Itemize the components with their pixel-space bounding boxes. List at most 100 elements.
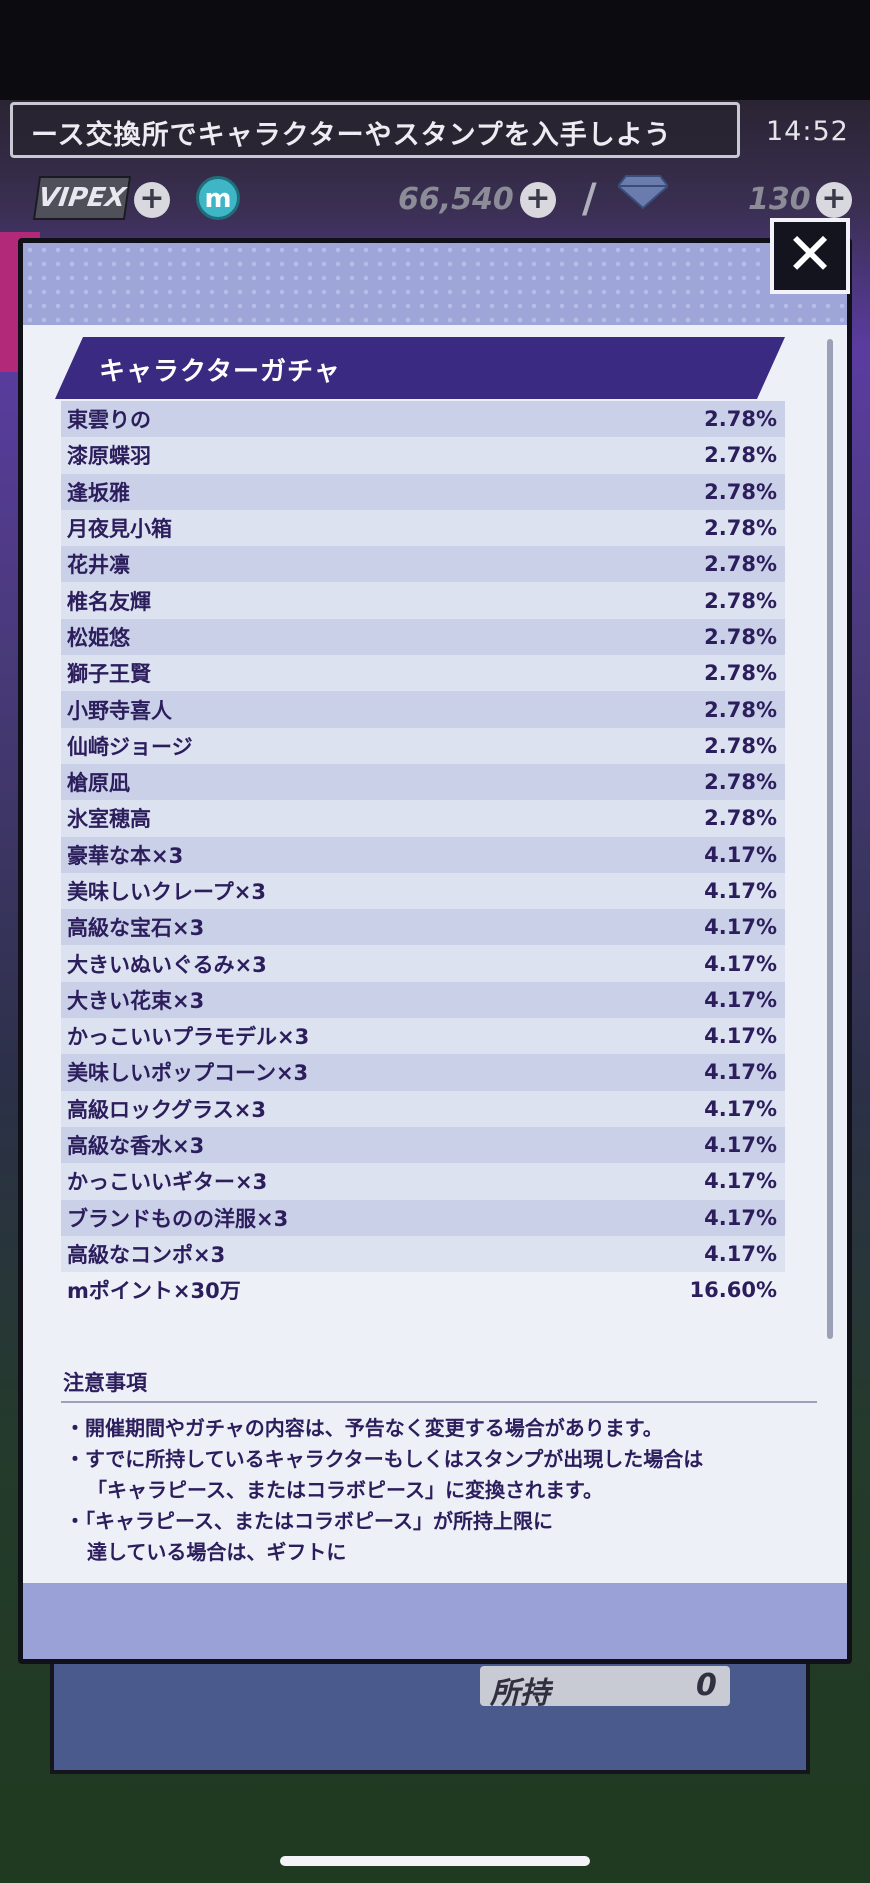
news-ticker[interactable]: ース交換所でキャラクターやスタンプを入手しよう bbox=[10, 102, 740, 158]
item-name: 漆原蝶羽 bbox=[67, 444, 151, 469]
rate-row: 高級な香水×3 4.17% bbox=[61, 1126, 785, 1164]
rate-row: 逢坂雅 2.78% bbox=[61, 473, 785, 510]
owned-label: 所持 bbox=[490, 1676, 550, 1711]
rate-row: かっこいいギター×3 4.17% bbox=[61, 1163, 785, 1200]
vip-badge[interactable]: VIPEX bbox=[32, 176, 132, 220]
item-name: 東雲りの bbox=[67, 408, 151, 433]
rate-row: 松姫悠 2.78% bbox=[61, 618, 785, 656]
item-name: 大きい花束×3 bbox=[67, 988, 205, 1013]
item-name: 仙崎ジョージ bbox=[67, 734, 193, 759]
item-rate: 4.17% bbox=[704, 1205, 777, 1230]
scrollbar[interactable] bbox=[827, 339, 833, 1339]
item-rate: 2.78% bbox=[704, 443, 777, 468]
item-rate: 4.17% bbox=[704, 1169, 777, 1194]
rate-row: 月夜見小箱 2.78% bbox=[61, 509, 785, 547]
clock: 14:52 bbox=[766, 116, 849, 147]
item-name: mポイント×30万 bbox=[67, 1279, 241, 1304]
item-rate: 16.60% bbox=[689, 1278, 777, 1303]
item-name: 松姫悠 bbox=[67, 625, 130, 650]
rate-row: ブランドものの洋服×3 4.17% bbox=[61, 1199, 785, 1236]
item-rate: 2.78% bbox=[704, 697, 777, 722]
item-rate: 4.17% bbox=[704, 1133, 777, 1158]
m-point-icon: m bbox=[196, 176, 240, 220]
item-name: 美味しいクレープ×3 bbox=[67, 880, 266, 904]
item-rate: 2.78% bbox=[704, 624, 777, 649]
rate-row: 槍原凪 2.78% bbox=[61, 763, 785, 801]
vip-plus-button[interactable]: + bbox=[134, 182, 170, 218]
item-name: 大きいぬいぐるみ×3 bbox=[67, 952, 267, 977]
note-line: ・「キャラピース、またはコラボピース」が所持上限に bbox=[65, 1509, 553, 1533]
item-name: 逢坂雅 bbox=[67, 480, 130, 505]
note-line: 「キャラピース、またはコラボピース」に変換されます。 bbox=[87, 1478, 603, 1502]
gem-count: 130 bbox=[748, 182, 811, 217]
item-name: 豪華な本×3 bbox=[67, 843, 184, 868]
item-rate: 4.17% bbox=[704, 987, 777, 1012]
home-indicator[interactable] bbox=[280, 1856, 590, 1866]
note-line: ・すでに所持しているキャラクターもしくはスタンプが出現した場合は bbox=[65, 1447, 704, 1471]
notes-divider bbox=[61, 1401, 817, 1403]
item-rate: 2.78% bbox=[704, 407, 777, 432]
owned-count: 0 bbox=[696, 1668, 717, 1703]
item-rate: 2.78% bbox=[704, 479, 777, 504]
item-rate: 2.78% bbox=[704, 806, 777, 831]
modal-footer-band bbox=[23, 1583, 847, 1659]
rate-row: 美味しいポップコーン×3 4.17% bbox=[61, 1054, 785, 1091]
item-rate: 4.17% bbox=[704, 879, 777, 903]
diamond-icon bbox=[618, 175, 668, 210]
coin-plus-button[interactable]: + bbox=[520, 182, 556, 218]
ticker-text: ース交換所でキャラクターやスタンプを入手しよう bbox=[31, 120, 672, 151]
item-name: 高級ロックグラス×3 bbox=[67, 1097, 266, 1122]
rate-row: かっこいいプラモデル×3 4.17% bbox=[61, 1018, 785, 1055]
rate-row: 花井凛 2.78% bbox=[61, 546, 785, 583]
item-rate: 2.78% bbox=[704, 516, 777, 541]
item-rate: 4.17% bbox=[704, 1024, 777, 1049]
item-rate: 2.78% bbox=[704, 733, 777, 758]
section-title: キャラクターガチャ bbox=[99, 357, 341, 387]
rate-row: 漆原蝶羽 2.78% bbox=[61, 437, 785, 474]
rate-row: 東雲りの 2.78% bbox=[61, 401, 785, 438]
item-name: 槍原凪 bbox=[67, 771, 130, 796]
item-rate: 2.78% bbox=[704, 770, 777, 795]
item-name: ブランドものの洋服×3 bbox=[67, 1206, 289, 1231]
rate-row: 氷室穂高 2.78% bbox=[61, 800, 785, 837]
item-rate: 2.78% bbox=[704, 661, 777, 686]
notes-title: 注意事項 bbox=[63, 1371, 147, 1395]
item-name: 高級な香水×3 bbox=[67, 1134, 205, 1159]
item-rate: 2.78% bbox=[704, 588, 777, 613]
item-rate: 2.78% bbox=[704, 552, 777, 577]
rate-row: 高級な宝石×3 4.17% bbox=[61, 909, 785, 946]
item-name: 小野寺喜人 bbox=[67, 698, 172, 723]
item-name: 高級なコンポ×3 bbox=[67, 1242, 226, 1267]
rates-modal: キャラクターガチャ 東雲りの 2.78% 漆原蝶羽 2.78% 逢坂雅 2.78% 月夜見小… bbox=[18, 238, 852, 1664]
rate-row: 椎名友輝 2.78% bbox=[61, 582, 785, 619]
rates-table: 東雲りの 2.78% 漆原蝶羽 2.78% 逢坂雅 2.78% 月夜見小箱 2.78% 花井凛 2… bbox=[61, 401, 785, 1308]
rate-row: 仙崎ジョージ 2.78% bbox=[61, 727, 785, 764]
section-header: キャラクターガチャ bbox=[55, 337, 785, 399]
note-line: 達している場合は、ギフトに bbox=[87, 1540, 347, 1564]
gem-plus-button[interactable]: + bbox=[816, 182, 852, 218]
item-name: 椎名友輝 bbox=[67, 589, 151, 614]
close-button[interactable]: ✕ bbox=[770, 218, 850, 294]
rate-row: mポイント×30万 16.60% bbox=[61, 1272, 785, 1308]
note-line: ・開催期間やガチャの内容は、予告なく変更する場合があります。 bbox=[65, 1416, 663, 1440]
item-rate: 4.17% bbox=[704, 915, 777, 940]
rate-row: 大きい花束×3 4.17% bbox=[61, 981, 785, 1019]
item-rate: 4.17% bbox=[704, 842, 777, 867]
coin-count: 66,540 bbox=[398, 182, 514, 217]
rate-row: 大きいぬいぐるみ×3 4.17% bbox=[61, 945, 785, 982]
item-name: かっこいいギター×3 bbox=[67, 1170, 268, 1195]
rate-row: 高級なコンポ×3 4.17% bbox=[61, 1235, 785, 1273]
rate-row: 美味しいクレープ×3 4.17% bbox=[61, 872, 785, 910]
close-icon: ✕ bbox=[785, 220, 835, 288]
item-name: 月夜見小箱 bbox=[67, 517, 172, 542]
item-name: 氷室穂高 bbox=[67, 807, 151, 832]
item-name: 高級な宝石×3 bbox=[67, 916, 205, 941]
modal-header-band bbox=[23, 243, 847, 325]
hud-separator: / bbox=[582, 176, 597, 222]
item-rate: 4.17% bbox=[704, 1241, 777, 1266]
modal-content[interactable]: キャラクターガチャ 東雲りの 2.78% 漆原蝶羽 2.78% 逢坂雅 2.78% 月夜見小… bbox=[23, 325, 847, 1587]
rate-row: 豪華な本×3 4.17% bbox=[61, 836, 785, 873]
item-rate: 4.17% bbox=[704, 951, 777, 976]
rate-row: 獅子王賢 2.78% bbox=[61, 655, 785, 692]
item-rate: 4.17% bbox=[704, 1060, 777, 1085]
